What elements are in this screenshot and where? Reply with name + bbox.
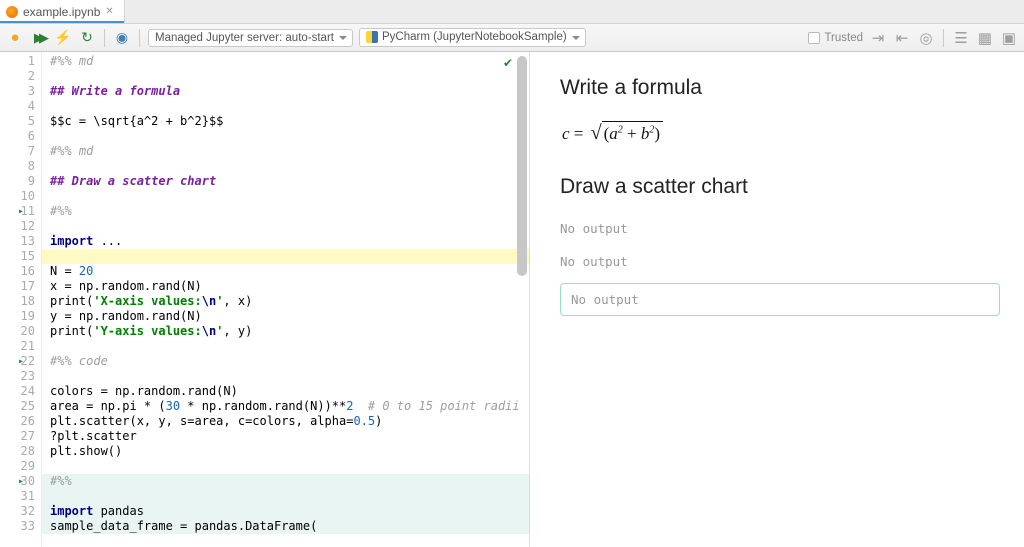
scrollbar-thumb[interactable] [517, 56, 527, 276]
output-placeholder: No output [560, 221, 1000, 236]
image-view-icon[interactable]: ▣ [1000, 29, 1018, 47]
grid-view-icon[interactable]: ▦ [976, 29, 994, 47]
line-gutter: 1234567891011121315161718192021222324252… [0, 52, 42, 547]
preview-heading-formula: Write a formula [560, 76, 1000, 100]
rendered-formula: c = (a2 + b2) [562, 122, 1000, 145]
output-placeholder: No output [560, 254, 1000, 269]
file-tab[interactable]: example.ipynb ✕ [0, 0, 125, 23]
restart-button[interactable]: ↻ [78, 29, 96, 47]
kernel-dropdown-label: PyCharm (JupyterNotebookSample) [382, 32, 567, 44]
kernel-dropdown[interactable]: PyCharm (JupyterNotebookSample) [359, 28, 586, 46]
tab-filename: example.ipynb [23, 5, 100, 19]
list-view-icon[interactable]: ☰ [952, 29, 970, 47]
notebook-toolbar: ● ▶▶ ⚡ ↻ ◉ Managed Jupyter server: auto-… [0, 24, 1024, 52]
run-all-button[interactable]: ▶▶ [30, 29, 48, 47]
interrupt-button[interactable]: ⚡ [54, 29, 72, 47]
variables-button[interactable]: ◉ [113, 29, 131, 47]
close-icon[interactable]: ✕ [105, 6, 113, 17]
editor-pane: ✔ ➤ 123456789101112131516171819202122232… [0, 52, 530, 547]
copy-cell-icon[interactable]: ⇤ [893, 29, 911, 47]
output-placeholder-active: No output [560, 283, 1000, 316]
trusted-checkbox[interactable] [808, 32, 820, 44]
preview-heading-scatter: Draw a scatter chart [560, 175, 1000, 199]
preview-icon[interactable]: ◎ [917, 29, 935, 47]
trusted-toggle[interactable]: Trusted [808, 32, 863, 44]
preview-pane: Write a formula c = (a2 + b2) Draw a sca… [530, 52, 1024, 547]
code-editor[interactable]: 1234567891011121315161718192021222324252… [0, 52, 529, 547]
server-dropdown[interactable]: Managed Jupyter server: auto-start [148, 29, 353, 47]
add-cell-button[interactable]: ● [6, 29, 24, 47]
tab-bar: example.ipynb ✕ [0, 0, 1024, 24]
code-area[interactable]: #%% md ## Write a formula $$c = \sqrt{a^… [42, 52, 529, 547]
trusted-label: Trusted [824, 32, 863, 44]
cut-cell-icon[interactable]: ⇥ [869, 29, 887, 47]
jupyter-icon [6, 6, 18, 18]
server-dropdown-label: Managed Jupyter server: auto-start [155, 32, 334, 44]
python-icon [366, 31, 378, 43]
